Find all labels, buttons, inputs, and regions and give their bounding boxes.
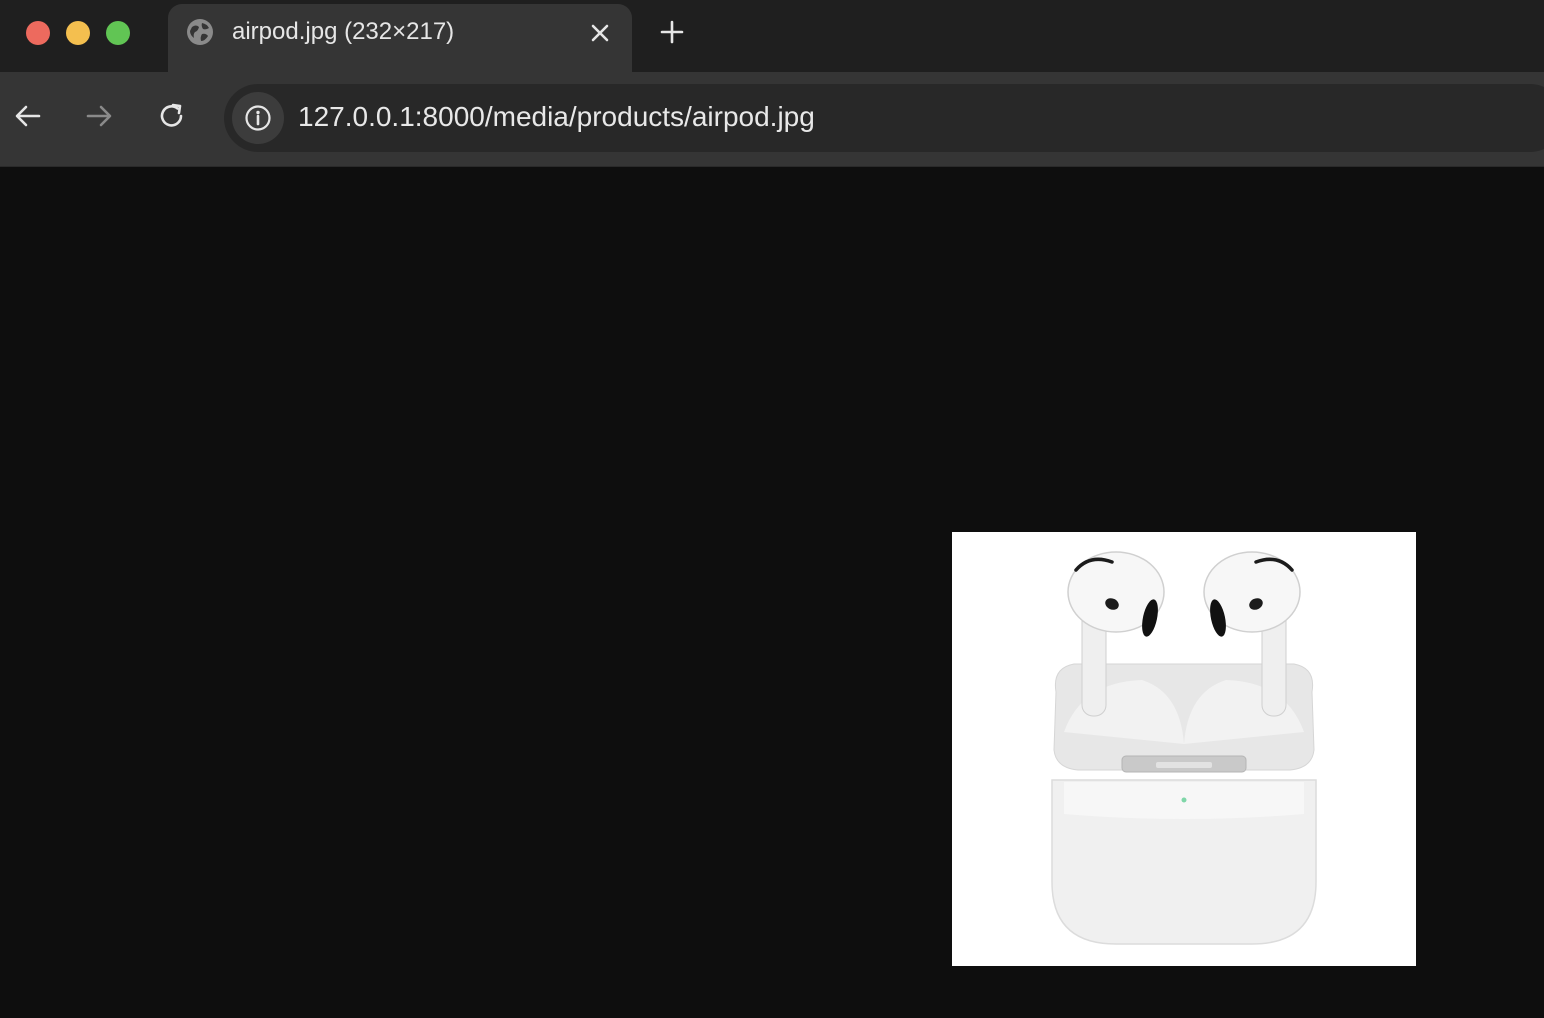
active-tab[interactable]: airpod.jpg (232×217) (168, 4, 632, 72)
url-text[interactable]: 127.0.0.1:8000/media/products/airpod.jpg (298, 101, 815, 133)
tab-strip: airpod.jpg (232×217) (0, 0, 1544, 72)
tab-title: airpod.jpg (232×217) (232, 18, 455, 45)
window-minimize-button[interactable] (66, 21, 90, 45)
browser-toolbar: 127.0.0.1:8000/media/products/airpod.jpg (0, 72, 1544, 167)
product-image (952, 532, 1416, 966)
address-bar[interactable]: 127.0.0.1:8000/media/products/airpod.jpg (224, 84, 1544, 152)
reload-icon[interactable] (156, 100, 188, 132)
window-close-button[interactable] (26, 21, 50, 45)
globe-icon (186, 18, 214, 46)
close-icon[interactable] (588, 21, 612, 45)
arrow-right-icon[interactable] (83, 100, 115, 132)
arrow-left-icon[interactable] (12, 100, 44, 132)
info-icon[interactable] (232, 92, 284, 144)
plus-icon[interactable] (659, 19, 685, 45)
page-viewport (0, 167, 1544, 1018)
window-maximize-button[interactable] (106, 21, 130, 45)
